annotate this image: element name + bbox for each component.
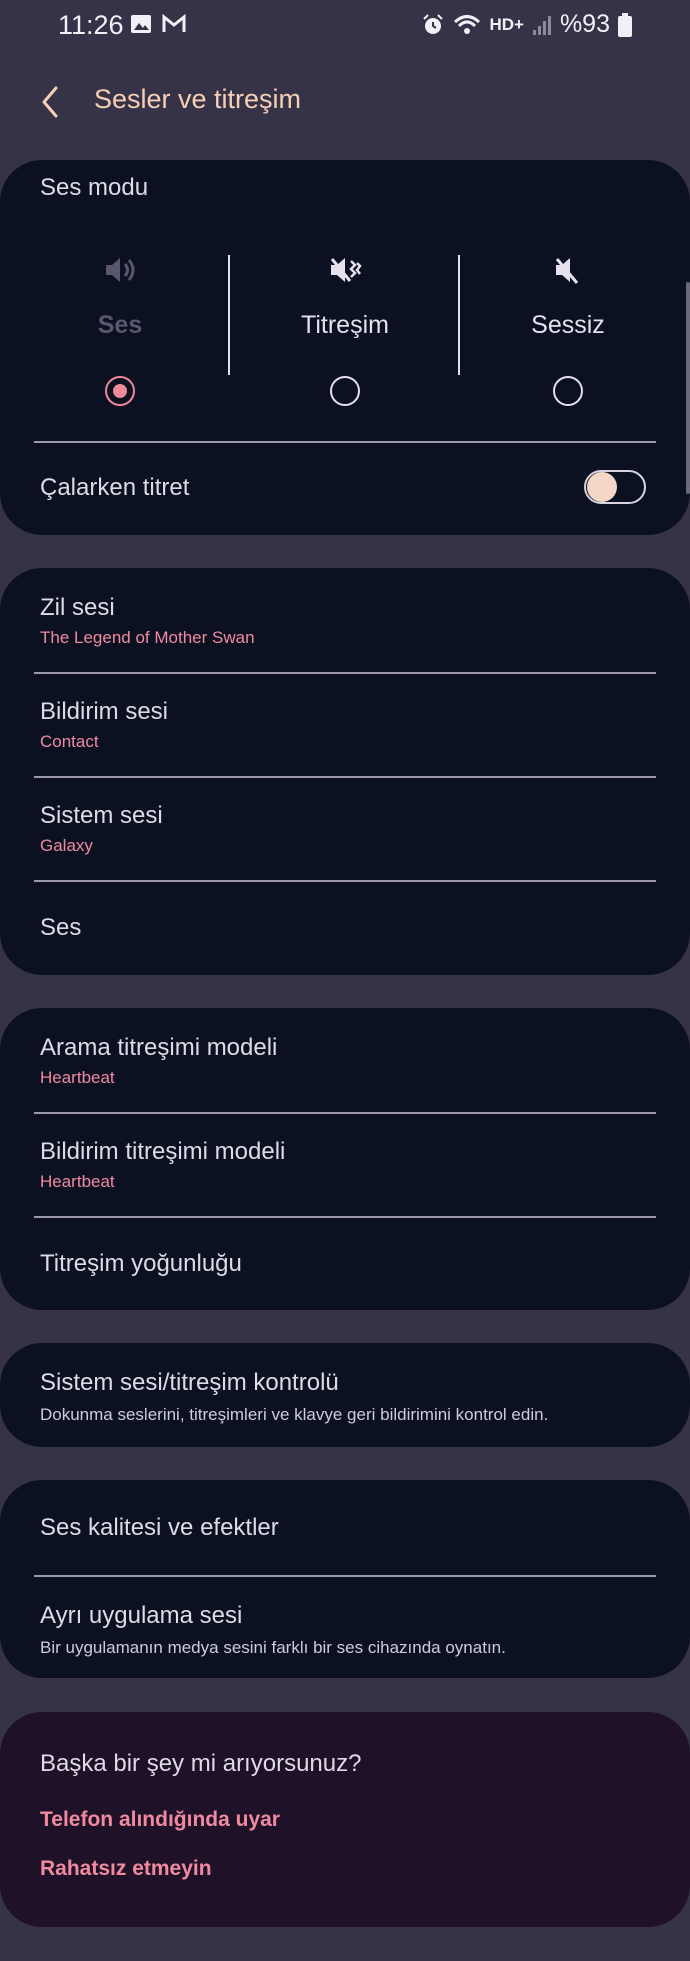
gmail-icon <box>162 13 186 32</box>
sound-mode-label-sound: Ses <box>97 311 143 339</box>
sound-mode-option-sound[interactable]: Ses <box>10 255 230 406</box>
chevron-left-icon <box>42 86 58 118</box>
notification-vibration-pattern-row[interactable]: Bildirim titreşimi modeli Heartbeat <box>40 1138 656 1192</box>
divider <box>34 1216 656 1218</box>
divider <box>34 441 656 443</box>
separate-app-sound-row[interactable]: Ayrı uygulama sesi Bir uygulamanın medya… <box>40 1602 656 1658</box>
back-button[interactable] <box>34 84 70 120</box>
sound-mode-label-vibrate: Titreşim <box>301 311 389 339</box>
mode-separator <box>228 255 230 375</box>
sound-quality-card: Ses kalitesi ve efektler Ayrı uygulama s… <box>0 1480 690 1678</box>
gallery-icon <box>131 15 151 33</box>
divider <box>34 1575 656 1577</box>
volume-row[interactable]: Ses <box>40 914 656 942</box>
sound-mode-label-mute: Sessiz <box>531 311 605 339</box>
vibration-card: Arama titreşimi modeli Heartbeat Bildiri… <box>0 1008 690 1310</box>
sound-mode-option-vibrate[interactable]: Titreşim <box>235 255 455 406</box>
radio-sound[interactable] <box>105 376 135 406</box>
signal-icon <box>532 15 551 35</box>
alarm-icon <box>423 13 444 34</box>
system-control-description: Dokunma seslerini, titreşimleri ve klavy… <box>40 1405 549 1424</box>
vibration-intensity-row[interactable]: Titreşim yoğunluğu <box>40 1250 656 1278</box>
battery-icon <box>618 12 632 37</box>
vibrate-icon <box>330 258 362 282</box>
app-header: Sesler ve titreşim <box>0 70 690 130</box>
ringtone-row[interactable]: Zil sesi The Legend of Mother Swan <box>40 594 656 648</box>
radio-vibrate[interactable] <box>330 376 360 406</box>
divider <box>34 776 656 778</box>
divider <box>34 880 656 882</box>
divider <box>34 1112 656 1114</box>
vibrate-while-ringing-row[interactable]: Çalarken titret <box>40 474 656 502</box>
sounds-card: Zil sesi The Legend of Mother Swan Bildi… <box>0 568 690 975</box>
link-do-not-disturb[interactable]: Rahatsız etmeyin <box>40 1857 656 1881</box>
system-control-title: Sistem sesi/titreşim kontrolü <box>40 1369 339 1396</box>
notification-sound-row[interactable]: Bildirim sesi Contact <box>40 698 656 752</box>
wifi-icon <box>454 14 481 34</box>
call-vibration-pattern-row[interactable]: Arama titreşimi modeli Heartbeat <box>40 1034 656 1088</box>
system-control-card[interactable]: Sistem sesi/titreşim kontrolü Dokunma se… <box>0 1343 690 1447</box>
network-type: HD+ <box>489 14 524 34</box>
volume-icon <box>106 258 135 282</box>
vibrate-while-ringing-label: Çalarken titret <box>40 474 190 501</box>
link-pickup-alert[interactable]: Telefon alındığında uyar <box>40 1808 656 1832</box>
vibrate-while-ringing-toggle[interactable] <box>584 470 646 504</box>
radio-mute[interactable] <box>553 376 583 406</box>
divider <box>34 672 656 674</box>
scrollbar[interactable] <box>686 282 690 494</box>
sound-mode-card: Ses modu Ses Titreşim Sessiz Çalarken ti… <box>0 160 690 535</box>
suggestions-heading: Başka bir şey mi arıyorsunuz? <box>40 1750 362 1777</box>
system-sound-row[interactable]: Sistem sesi Galaxy <box>40 802 656 856</box>
sound-mode-heading: Ses modu <box>40 174 149 201</box>
mute-icon <box>555 258 579 284</box>
status-time: 11:26 <box>58 10 124 40</box>
suggestions-card: Başka bir şey mi arıyorsunuz? Telefon al… <box>0 1712 690 1927</box>
status-bar: 11:26 HD+ %93 <box>0 0 690 52</box>
page-title: Sesler ve titreşim <box>94 84 302 114</box>
sound-quality-effects-row[interactable]: Ses kalitesi ve efektler <box>40 1514 656 1542</box>
sound-mode-option-mute[interactable]: Sessiz <box>458 255 678 406</box>
battery-percent: %93 <box>559 10 610 38</box>
